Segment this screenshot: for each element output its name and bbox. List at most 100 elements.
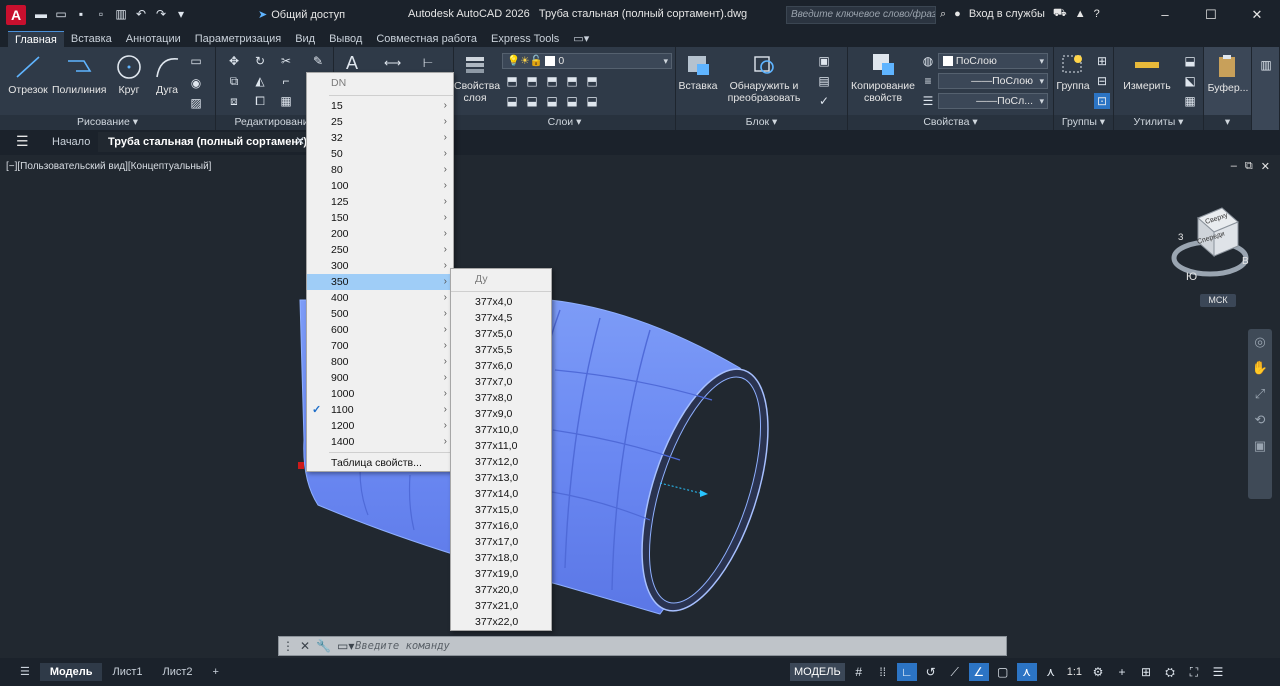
tab-annotate[interactable]: Аннотации — [119, 31, 188, 47]
layer-tool-9-icon[interactable]: ⬓ — [564, 93, 580, 109]
dn-item[interactable]: 150 › — [307, 210, 453, 226]
drawing-viewport[interactable]: [−][Пользовательский вид][Концептуальный… — [0, 152, 1280, 658]
dn-item[interactable]: 15 › — [307, 98, 453, 114]
ucs-dropdown[interactable]: МСК — [1200, 294, 1236, 307]
isolate-icon[interactable]: ⛭ — [1160, 663, 1180, 681]
stretch-icon[interactable]: ⧈ — [226, 93, 242, 109]
array-icon[interactable]: ▦ — [278, 93, 294, 109]
du-item[interactable]: 377x7,0 — [451, 374, 551, 390]
layers-panel-title[interactable]: Слои ▾ — [454, 115, 675, 130]
quick-select-icon[interactable]: ⬓ — [1182, 53, 1198, 69]
group-button[interactable]: Группа — [1054, 53, 1092, 92]
viewcube-south-label[interactable]: Ю — [1186, 271, 1197, 283]
layer-tool-7-icon[interactable]: ⬓ — [524, 93, 540, 109]
grid-icon[interactable]: # — [849, 663, 869, 681]
dn-item[interactable]: 125 › — [307, 194, 453, 210]
hatch-icon[interactable]: ◉ — [188, 75, 204, 91]
clipboard-panel-title[interactable]: ▾ — [1204, 115, 1251, 130]
du-item[interactable]: 377x19,0 — [451, 566, 551, 582]
du-item[interactable]: 377x8,0 — [451, 390, 551, 406]
tab-active-drawing[interactable]: Труба стальная (полный сортамент)* — [98, 132, 322, 152]
tab-start[interactable]: Начало — [42, 132, 100, 152]
select-all-icon[interactable]: ⬕ — [1182, 73, 1198, 89]
du-item[interactable]: 377x18,0 — [451, 550, 551, 566]
dimension-icon[interactable]: ⟷ — [384, 55, 401, 71]
du-item[interactable]: 377x9,0 — [451, 406, 551, 422]
snap-icon[interactable]: ⁞⁞ — [873, 663, 893, 681]
du-item[interactable]: 377x5,0 — [451, 326, 551, 342]
isodraft-icon[interactable]: ⟋ — [945, 663, 965, 681]
pan-icon[interactable]: ✋ — [1248, 355, 1272, 381]
copy-icon[interactable]: ⧉ — [226, 73, 242, 89]
properties-table-item[interactable]: Таблица свойств... — [307, 455, 453, 471]
layer-tool-5-icon[interactable]: ⬒ — [584, 73, 600, 89]
leader-icon[interactable]: ⊢ — [420, 55, 436, 71]
layer-tool-1-icon[interactable]: ⬒ — [504, 73, 520, 89]
mirror-icon[interactable]: ◭ — [252, 73, 268, 89]
tab-express-tools[interactable]: Express Tools — [484, 31, 566, 47]
du-item[interactable]: 377x22,0 — [451, 614, 551, 630]
boundary-icon[interactable]: ▨ — [188, 95, 204, 111]
tab-sheet2[interactable]: Лист2 — [153, 663, 203, 681]
dn-item[interactable]: 600 › — [307, 322, 453, 338]
dn-item[interactable]: 100 › — [307, 178, 453, 194]
text-icon[interactable]: A — [344, 54, 360, 72]
fullscreen-icon[interactable]: ⛶ — [1184, 663, 1204, 681]
units-icon[interactable]: ⊞ — [1136, 663, 1156, 681]
dn-item[interactable]: 800 › — [307, 354, 453, 370]
auto-scale-icon[interactable]: ⋏ — [1041, 663, 1061, 681]
move-icon[interactable]: ✥ — [226, 53, 242, 69]
arc-button[interactable]: Дуга — [150, 53, 184, 96]
steering-wheel-icon[interactable]: ◎ — [1248, 329, 1272, 355]
draw-panel-title[interactable]: Рисование ▾ — [0, 115, 215, 130]
tab-output[interactable]: Вывод — [322, 31, 369, 47]
dn-item[interactable]: 80 › — [307, 162, 453, 178]
utilities-panel-title[interactable]: Утилиты ▾ — [1114, 115, 1203, 130]
rectangle-icon[interactable]: ▭ — [188, 53, 204, 69]
gear-icon[interactable]: ⚙ — [1088, 663, 1108, 681]
command-input[interactable]: Введите команду — [355, 640, 450, 652]
zoom-icon[interactable]: ⤢ — [1248, 381, 1272, 407]
orbit-icon[interactable]: ⟲ — [1248, 407, 1272, 433]
layer-tool-6-icon[interactable]: ⬓ — [504, 93, 520, 109]
ungroup-icon[interactable]: ⊞ — [1094, 53, 1110, 69]
edit-block-icon[interactable]: ▤ — [816, 73, 832, 89]
polyline-button[interactable]: Полилиния — [52, 53, 107, 96]
du-item[interactable]: 377x11,0 — [451, 438, 551, 454]
du-item[interactable]: 377x12,0 — [451, 454, 551, 470]
match-properties-button[interactable]: Копирование свойств — [848, 51, 918, 104]
dn-item[interactable]: 32 › — [307, 130, 453, 146]
dn-item[interactable]: 900 › — [307, 370, 453, 386]
ortho-icon[interactable]: ∟ — [896, 663, 917, 681]
properties-panel-title[interactable]: Свойства ▾ — [848, 115, 1053, 130]
circle-button[interactable]: Круг — [112, 53, 146, 96]
color-dropdown[interactable]: ПоСлою — [938, 53, 1048, 69]
dn-item[interactable]: ✓ 1100 › — [307, 402, 453, 418]
create-block-icon[interactable]: ▣ — [816, 53, 832, 69]
undo-icon[interactable]: ↶ — [134, 7, 148, 21]
customize-icon[interactable]: ▾ — [174, 7, 188, 21]
block-attributes-icon[interactable]: ✓ — [816, 93, 832, 109]
color-wheel-icon[interactable]: ◍ — [920, 53, 936, 69]
du-item[interactable]: 377x5,5 — [451, 342, 551, 358]
vp-restore-icon[interactable]: ⧉ — [1245, 160, 1253, 173]
du-item[interactable]: 377x6,0 — [451, 358, 551, 374]
layer-properties-button[interactable]: Свойства слоя — [454, 53, 500, 104]
dn-item[interactable]: 1200 › — [307, 418, 453, 434]
fillet-icon[interactable]: ⌐ — [278, 73, 294, 89]
tab-home[interactable]: Главная — [8, 31, 64, 47]
scale-icon[interactable]: ⧠ — [252, 93, 268, 109]
close-tab-icon[interactable]: ✕ — [295, 134, 305, 148]
dn-item[interactable]: 250 › — [307, 242, 453, 258]
recent-commands-icon[interactable]: ▭▾ — [337, 639, 354, 653]
viewport-controls[interactable]: [−][Пользовательский вид][Концептуальный… — [6, 161, 211, 172]
plus-icon[interactable]: + — [1112, 663, 1132, 681]
insert-block-button[interactable]: Вставка — [678, 53, 718, 92]
tab-collaborate[interactable]: Совместная работа — [369, 31, 484, 47]
calculator-icon[interactable]: ▦ — [1182, 93, 1198, 109]
detect-convert-button[interactable]: Обнаружить и преобразовать — [722, 53, 806, 104]
command-line[interactable]: ⋮ ✕ 🔧 ▭▾ Введите команду — [278, 636, 1007, 656]
dn-item[interactable]: 500 › — [307, 306, 453, 322]
new-icon[interactable]: ▬ — [34, 7, 48, 21]
help-button[interactable]: ? — [1094, 8, 1100, 20]
